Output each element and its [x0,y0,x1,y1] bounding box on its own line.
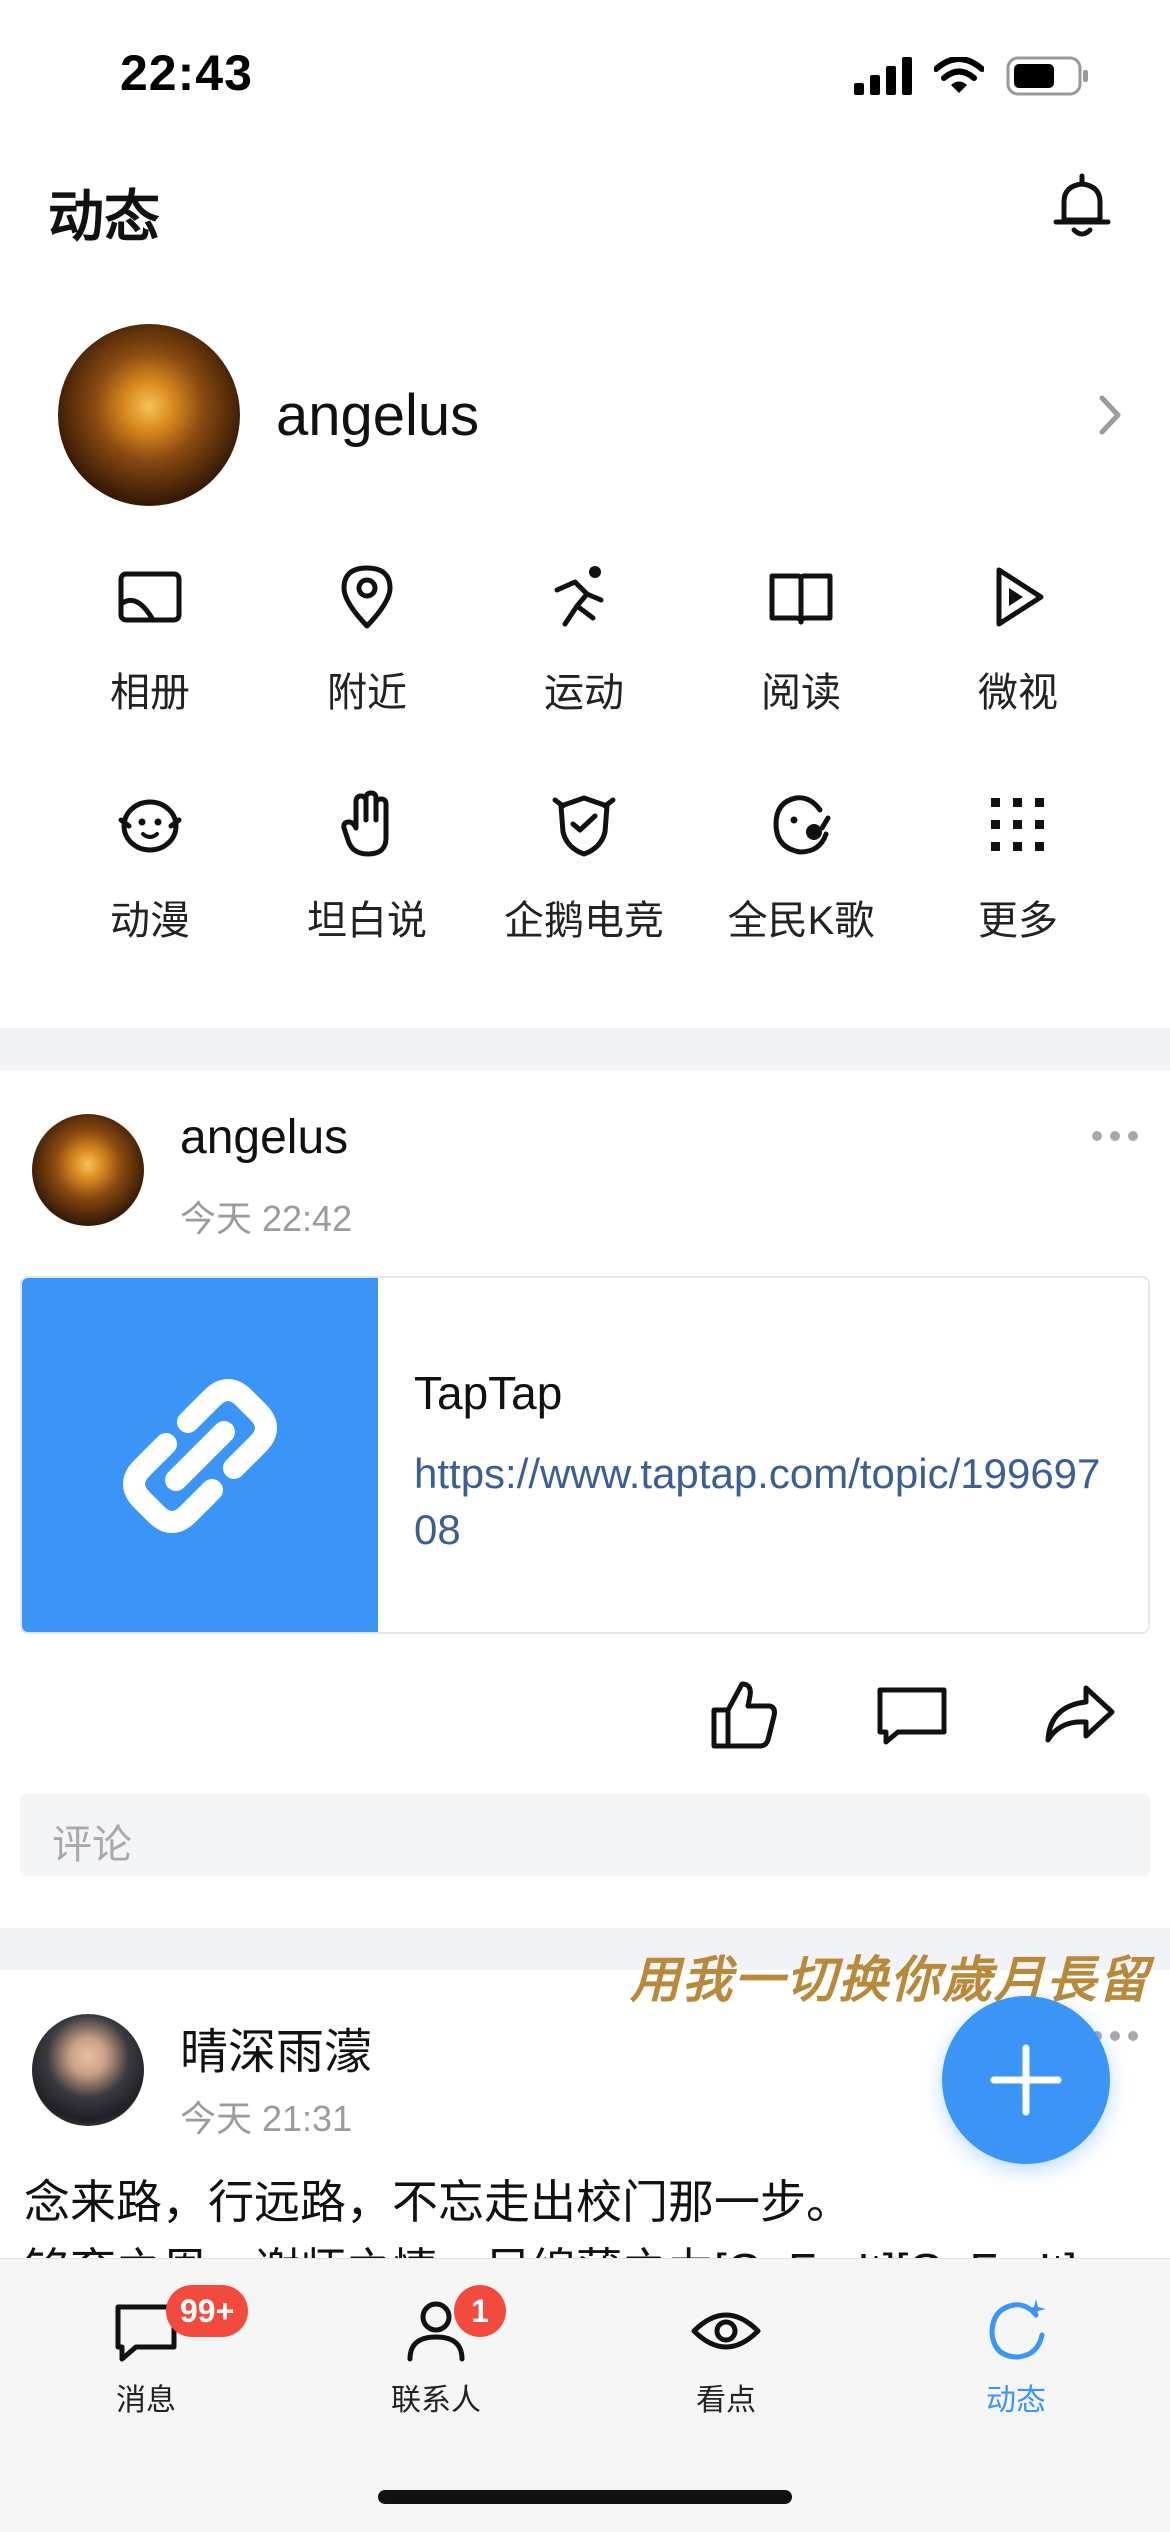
grid-item-anime[interactable]: 动漫 [42,788,258,988]
book-icon [769,573,833,625]
battery-icon [1006,56,1088,96]
header: 动态 [0,160,1170,260]
link-card[interactable]: TapTap https://www.taptap.com/topic/1996… [20,1276,1150,1634]
post-author[interactable]: 晴深雨濛 [180,2012,372,2082]
avatar[interactable] [32,1114,144,1226]
page-title: 动态 [48,185,160,248]
post-time: 今天 21:31 [180,2098,353,2139]
comment-icon[interactable] [874,1676,950,1752]
avatar[interactable] [32,2014,144,2126]
esports-shield-icon [552,795,616,857]
post-time: 今天 22:42 [180,1198,353,1239]
avatar[interactable] [58,324,240,506]
signal-icon [854,57,912,95]
grid-item-weishi[interactable]: 微视 [910,560,1126,760]
post-actions [0,1676,1170,1766]
more-options-icon[interactable] [1090,1128,1140,1144]
tab-badge: 99+ [166,2285,249,2337]
link-url[interactable]: https://www.taptap.com/topic/19969708 [414,1446,1114,1558]
link-thumbnail [22,1278,378,1632]
grid-row-2: 动漫 坦白说 企鹅电竞 全民K歌 更多 [0,788,1170,1016]
post-author[interactable]: angelus [180,1110,348,1165]
chevron-right-icon [1099,395,1121,435]
feature-grid: 相册 附近 运动 阅读 微视 动漫 坦白说 企鹅电竞 全民K歌 更多 [0,560,1170,1016]
location-pin-icon [341,565,393,629]
banner-calligraphy: 用我一切换你歲月長留 [630,1950,1150,2009]
grid-item-nearby[interactable]: 附近 [259,560,475,760]
status-bar: 22:43 [0,0,1170,140]
album-icon [118,571,182,623]
tab-messages[interactable]: 99+ 消息 [46,2285,249,2419]
grid-label: 阅读 [761,671,841,715]
comment-input[interactable]: 评论 [20,1794,1150,1876]
grid-label: 运动 [544,671,624,715]
grid-dots-icon [991,798,1044,851]
link-title: TapTap [414,1367,563,1419]
profile-name: angelus [276,383,480,448]
grid-item-confess[interactable]: 坦白说 [259,788,475,988]
grid-label: 微视 [978,671,1058,715]
home-indicator [378,2490,792,2504]
grid-label: 动漫 [110,899,190,943]
grid-item-sports[interactable]: 运动 [476,560,692,760]
tab-label: 看点 [696,2384,756,2417]
eye-icon [691,2312,761,2350]
grid-label: 更多 [978,899,1058,943]
grid-item-reading[interactable]: 阅读 [693,560,909,760]
tab-feed[interactable]: 动态 [916,2295,1116,2419]
comment-placeholder: 评论 [52,1823,132,1867]
post-text-line-1: 念来路，行远路，不忘走出校门那一步。 [24,2176,852,2228]
play-icon [996,567,1044,627]
penguin-face-icon [118,799,182,853]
compose-button[interactable] [942,1996,1110,2164]
grid-label: 企鹅电竞 [504,899,664,943]
karaoke-icon [773,795,831,855]
like-icon[interactable] [706,1676,782,1752]
running-icon [554,566,604,627]
grid-item-karaoke[interactable]: 全民K歌 [693,788,909,988]
grid-row-1: 相册 附近 运动 阅读 微视 [0,560,1170,788]
plus-icon [990,2044,1062,2116]
wifi-icon [934,57,984,93]
status-icons [854,56,1090,96]
share-icon[interactable] [1042,1676,1118,1752]
grid-label: 全民K歌 [727,899,875,943]
link-icon [123,1379,277,1533]
section-divider [0,1028,1170,1070]
tab-contacts[interactable]: 1 联系人 [336,2285,536,2419]
tab-label: 消息 [116,2384,176,2417]
grid-item-more[interactable]: 更多 [910,788,1126,988]
refresh-star-icon [989,2299,1046,2360]
grid-item-esports[interactable]: 企鹅电竞 [476,788,692,988]
tab-label: 动态 [986,2384,1046,2417]
grid-label: 相册 [110,671,190,715]
grid-item-album[interactable]: 相册 [42,560,258,760]
bell-icon[interactable] [1046,170,1118,242]
status-time: 22:43 [120,45,253,101]
grid-label: 附近 [327,671,407,715]
tab-kandian[interactable]: 看点 [626,2295,826,2419]
tab-label: 联系人 [391,2384,481,2417]
hand-icon [341,790,389,857]
profile-row[interactable]: angelus [0,320,1170,510]
tab-badge: 1 [454,2285,506,2337]
grid-label: 坦白说 [307,899,427,943]
